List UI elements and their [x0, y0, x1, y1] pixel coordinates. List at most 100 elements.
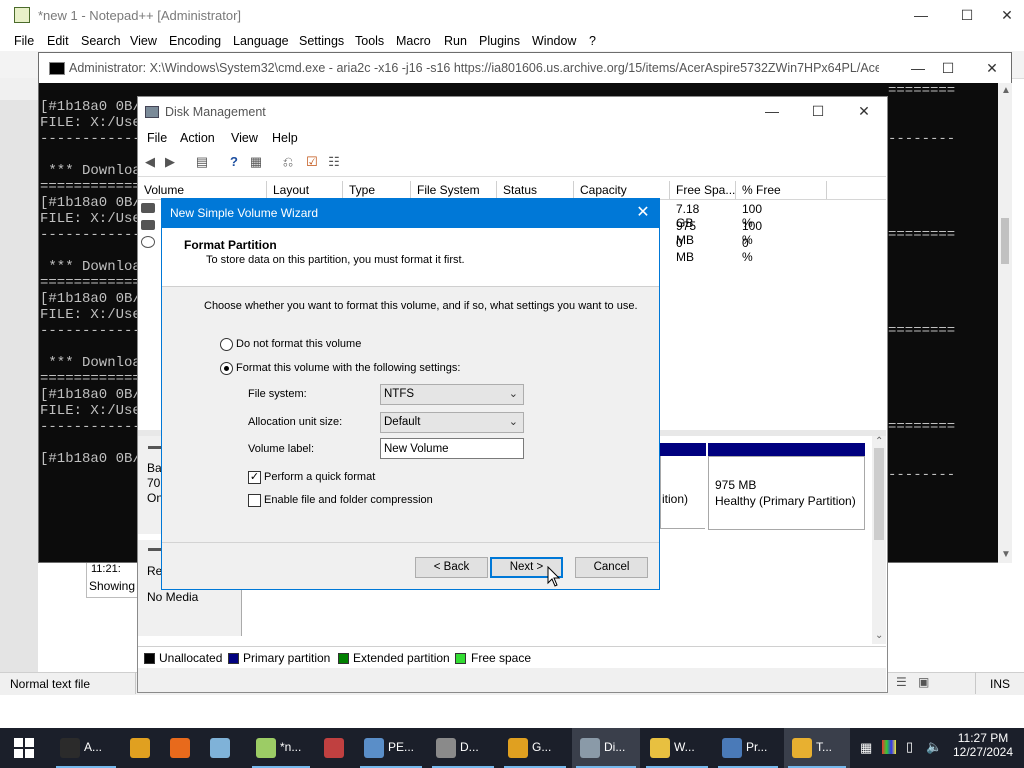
- menu-file[interactable]: File: [14, 34, 34, 48]
- connect-icon[interactable]: ⎌: [280, 155, 296, 169]
- col-type[interactable]: Type: [349, 183, 375, 197]
- menu-settings[interactable]: Settings: [299, 34, 344, 48]
- taskbar-item[interactable]: A...: [52, 728, 120, 768]
- minimize-icon[interactable]: —: [898, 0, 944, 31]
- scroll-down-icon[interactable]: ▼: [1001, 549, 1011, 560]
- taskbar-item[interactable]: [316, 728, 354, 768]
- compression-label[interactable]: Enable file and folder compression: [264, 494, 433, 506]
- windows-logo-icon: [14, 738, 34, 758]
- maximize-icon[interactable]: ☐: [795, 96, 841, 127]
- volume-label-field[interactable]: [380, 438, 524, 459]
- radio-format-label[interactable]: Format this volume with the following se…: [236, 362, 460, 374]
- notepadpp-icon: [14, 7, 30, 23]
- menu-plugins[interactable]: Plugins: [479, 34, 520, 48]
- cmd-line-right: ========: [888, 83, 956, 99]
- col-capacity[interactable]: Capacity: [580, 183, 627, 197]
- menu-macro[interactable]: Macro: [396, 34, 431, 48]
- radio-format[interactable]: [220, 362, 233, 375]
- dm-menu-view[interactable]: View: [231, 131, 258, 145]
- quick-format-label[interactable]: Perform a quick format: [264, 471, 375, 483]
- close-icon[interactable]: ✕: [841, 96, 887, 127]
- wizard-heading: Format Partition: [184, 238, 277, 252]
- menu-run[interactable]: Run: [444, 34, 467, 48]
- volume-label-input[interactable]: [381, 439, 523, 458]
- radio-no-format-label[interactable]: Do not format this volume: [236, 338, 361, 350]
- lower-scroll-thumb[interactable]: [874, 448, 884, 540]
- speaker-muted-icon[interactable]: 🔈: [926, 739, 942, 755]
- back-arrow-icon[interactable]: ◀: [142, 155, 158, 169]
- taskbar-item[interactable]: T...: [784, 728, 850, 768]
- scroll-up-icon[interactable]: ▲: [1001, 85, 1011, 96]
- menu-search[interactable]: Search: [81, 34, 121, 48]
- menu-encoding[interactable]: Encoding: [169, 34, 221, 48]
- dm-menu-file[interactable]: File: [147, 131, 167, 145]
- col-volume[interactable]: Volume: [144, 183, 184, 197]
- close-icon[interactable]: ✕: [990, 0, 1024, 31]
- taskbar-item[interactable]: Pr...: [714, 728, 782, 768]
- network-icon[interactable]: ▦: [860, 740, 872, 756]
- disk-management-icon: [145, 106, 159, 118]
- taskbar-item[interactable]: W...: [642, 728, 712, 768]
- dm-menu-help[interactable]: Help: [272, 131, 298, 145]
- layout-icon[interactable]: ▣: [918, 675, 929, 689]
- cancel-button[interactable]: Cancel: [575, 557, 648, 578]
- partition-block[interactable]: 975 MB Healthy (Primary Partition): [708, 456, 865, 530]
- scroll-up-icon[interactable]: ⌃: [875, 436, 883, 447]
- properties-icon[interactable]: ▦: [248, 155, 264, 169]
- scroll-down-icon[interactable]: ⌄: [875, 630, 883, 641]
- list-view-icon[interactable]: ▤: [194, 155, 210, 169]
- menu-tools[interactable]: Tools: [355, 34, 384, 48]
- taskbar-item-label: T...: [816, 740, 833, 754]
- view-icon[interactable]: ☰: [896, 675, 907, 689]
- taskbar-item[interactable]: G...: [500, 728, 570, 768]
- cmd-scroll-thumb[interactable]: [1001, 218, 1009, 264]
- forward-arrow-icon[interactable]: ▶: [162, 155, 178, 169]
- taskbar-item[interactable]: D...: [428, 728, 498, 768]
- menu-language[interactable]: Language: [233, 34, 289, 48]
- taskbar-item[interactable]: [202, 728, 244, 768]
- status-file-type: Normal text file: [10, 677, 91, 691]
- maximize-icon[interactable]: ☐: [944, 0, 990, 31]
- usb-icon[interactable]: ▯: [906, 739, 913, 755]
- row-percent-free[interactable]: 0 %: [742, 236, 753, 264]
- quick-format-checkbox[interactable]: ✓: [248, 471, 261, 484]
- menu-edit[interactable]: Edit: [47, 34, 69, 48]
- dm-menu-action[interactable]: Action: [180, 131, 215, 145]
- help-icon[interactable]: ?: [226, 155, 242, 169]
- col-status[interactable]: Status: [503, 183, 537, 197]
- back-button[interactable]: < Back: [415, 557, 488, 578]
- partition-block[interactable]: ition): [660, 456, 705, 529]
- col-free-space[interactable]: Free Spa...: [676, 183, 735, 197]
- color-icon[interactable]: [882, 740, 896, 754]
- taskbar-item[interactable]: Di...: [572, 728, 640, 768]
- disk-label: Ba: [147, 461, 162, 475]
- col-file-system[interactable]: File System: [417, 183, 480, 197]
- taskbar-item[interactable]: [162, 728, 200, 768]
- radio-no-format[interactable]: [220, 338, 233, 351]
- close-icon[interactable]: ✕: [632, 202, 654, 224]
- taskbar-item[interactable]: *n...: [248, 728, 314, 768]
- partition-size: 975 MB: [715, 478, 757, 492]
- settings-list-icon[interactable]: ☷: [326, 155, 342, 169]
- volume-label-label: Volume label:: [248, 443, 315, 455]
- taskbar-item[interactable]: [122, 728, 160, 768]
- row-free-space[interactable]: 0 MB: [676, 236, 694, 264]
- close-icon[interactable]: ✕: [969, 53, 1015, 83]
- maximize-icon[interactable]: ☐: [925, 53, 971, 83]
- menu-view[interactable]: View: [130, 34, 157, 48]
- minimize-icon[interactable]: —: [749, 96, 795, 127]
- legend-free-space: Free space: [471, 651, 532, 665]
- clock[interactable]: 11:27 PM 12/27/2024: [944, 731, 1022, 767]
- compression-checkbox[interactable]: [248, 494, 261, 507]
- file-system-select[interactable]: NTFS ⌄: [380, 384, 524, 405]
- notepadpp-tab[interactable]: [0, 78, 40, 100]
- cmd-scrollbar[interactable]: ▲ ▼: [998, 83, 1012, 563]
- start-button[interactable]: [0, 728, 48, 768]
- checklist-icon[interactable]: ☑: [304, 155, 320, 169]
- allocation-unit-select[interactable]: Default ⌄: [380, 412, 524, 433]
- menu-window[interactable]: Window: [532, 34, 576, 48]
- col-layout[interactable]: Layout: [273, 183, 309, 197]
- col-percent-free[interactable]: % Free: [742, 183, 781, 197]
- menu-help[interactable]: ?: [589, 34, 596, 48]
- taskbar-item[interactable]: PE...: [356, 728, 426, 768]
